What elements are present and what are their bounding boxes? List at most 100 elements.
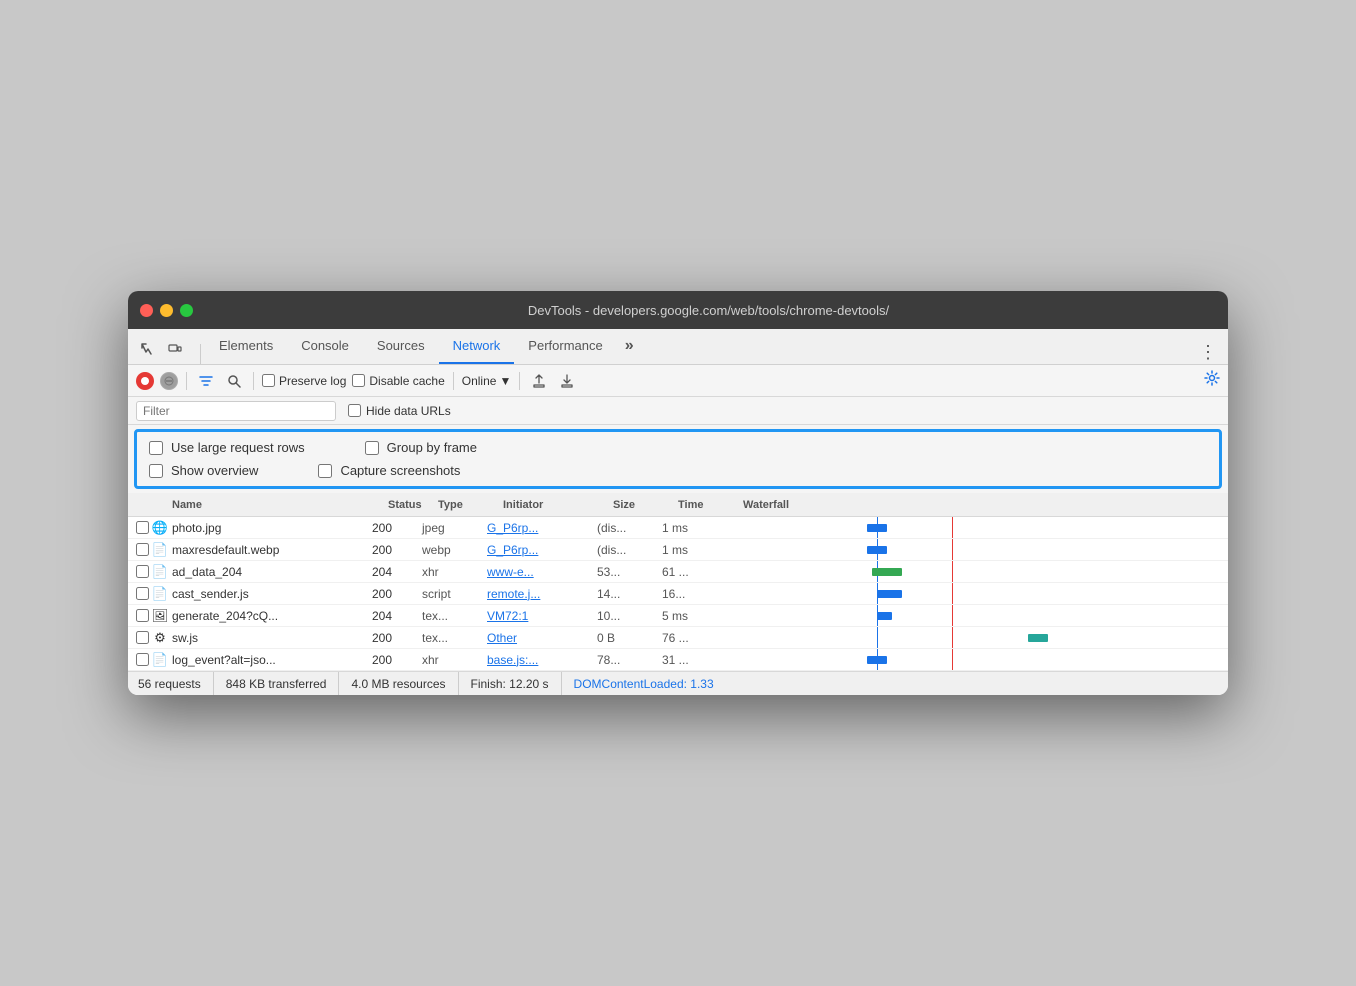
row-size: (dis... — [597, 521, 662, 535]
col-header-time[interactable]: Time — [678, 499, 743, 511]
row-initiator[interactable]: VM72:1 — [487, 609, 597, 623]
preserve-log-label: Preserve log — [279, 374, 346, 388]
show-overview-option: Show overview — [149, 463, 258, 478]
group-by-frame-option: Group by frame — [365, 440, 477, 455]
tab-performance[interactable]: Performance — [514, 328, 616, 364]
use-large-request-rows-option: Use large request rows — [149, 440, 305, 455]
col-header-type[interactable]: Type — [438, 499, 503, 511]
devtools-body: Elements Console Sources Network Perform… — [128, 329, 1228, 695]
row-status: 200 — [372, 653, 422, 667]
table-row[interactable]: ⚙ sw.js 200 tex... Other 0 B 76 ... — [128, 627, 1228, 649]
status-transferred: 848 KB transferred — [214, 672, 340, 695]
row-waterfall — [727, 561, 1228, 582]
preserve-log-checkbox[interactable] — [262, 374, 275, 387]
filter-bar: Hide data URLs — [128, 397, 1228, 425]
group-by-frame-checkbox[interactable] — [365, 441, 379, 455]
wf-line-red — [952, 561, 953, 582]
row-initiator[interactable]: G_P6rp... — [487, 521, 597, 535]
row-size: 53... — [597, 565, 662, 579]
maximize-button[interactable] — [180, 304, 193, 317]
row-checkbox[interactable] — [136, 521, 152, 534]
wf-bar — [877, 590, 902, 598]
wf-line-red — [952, 627, 953, 648]
hide-data-urls-checkbox[interactable] — [348, 404, 361, 417]
status-requests: 56 requests — [138, 672, 214, 695]
row-size: 10... — [597, 609, 662, 623]
tab-elements[interactable]: Elements — [205, 328, 287, 364]
show-overview-checkbox[interactable] — [149, 464, 163, 478]
wf-bar — [877, 612, 892, 620]
online-chevron[interactable]: ▼ — [499, 374, 511, 388]
col-header-initiator[interactable]: Initiator — [503, 499, 613, 511]
capture-screenshots-checkbox[interactable] — [318, 464, 332, 478]
waterfall-bar-container — [727, 517, 1228, 538]
row-checkbox[interactable] — [136, 653, 152, 666]
device-toggle-icon[interactable] — [164, 338, 186, 360]
row-type: tex... — [422, 631, 487, 645]
disable-cache-checkbox[interactable] — [352, 374, 365, 387]
inspect-icon[interactable] — [136, 338, 158, 360]
devtools-window: DevTools - developers.google.com/web/too… — [128, 291, 1228, 695]
ctrl-divider-3 — [453, 372, 454, 390]
row-initiator[interactable]: base.js:... — [487, 653, 597, 667]
row-type: jpeg — [422, 521, 487, 535]
table-row[interactable]: 📄 ad_data_204 204 xhr www-e... 53... 61 … — [128, 561, 1228, 583]
stop-button[interactable] — [160, 372, 178, 390]
ctrl-divider-4 — [519, 372, 520, 390]
row-checkbox[interactable] — [136, 543, 152, 556]
status-finish: Finish: 12.20 s — [459, 672, 562, 695]
row-name: photo.jpg — [172, 521, 372, 535]
hide-data-urls-group: Hide data URLs — [348, 404, 451, 418]
row-file-icon: 🖼 — [152, 608, 168, 624]
tab-network[interactable]: Network — [439, 328, 515, 364]
row-waterfall — [727, 649, 1228, 670]
table-row[interactable]: 📄 cast_sender.js 200 script remote.j... … — [128, 583, 1228, 605]
record-button[interactable] — [136, 372, 154, 390]
row-initiator[interactable]: remote.j... — [487, 587, 597, 601]
settings-icon[interactable] — [1204, 370, 1220, 391]
disable-cache-group: Disable cache — [352, 374, 444, 388]
use-large-request-rows-label: Use large request rows — [171, 440, 305, 455]
row-initiator[interactable]: Other — [487, 631, 597, 645]
filter-icon[interactable] — [195, 372, 217, 390]
row-name: log_event?alt=jso... — [172, 653, 372, 667]
row-status: 200 — [372, 587, 422, 601]
tab-menu-button[interactable]: ⋮ — [1196, 340, 1220, 364]
col-header-waterfall[interactable]: Waterfall — [743, 499, 1228, 511]
row-waterfall — [727, 627, 1228, 648]
table-row[interactable]: 🖼 generate_204?cQ... 204 tex... VM72:1 1… — [128, 605, 1228, 627]
search-icon[interactable] — [223, 372, 245, 390]
col-header-status[interactable]: Status — [388, 499, 438, 511]
row-initiator[interactable]: www-e... — [487, 565, 597, 579]
row-checkbox[interactable] — [136, 631, 152, 644]
tab-sources[interactable]: Sources — [363, 328, 439, 364]
status-bar: 56 requests 848 KB transferred 4.0 MB re… — [128, 671, 1228, 695]
row-checkbox[interactable] — [136, 609, 152, 622]
options-row-1: Use large request rows Group by frame — [149, 440, 1207, 455]
wf-line-red — [952, 605, 953, 626]
col-header-name[interactable]: Name — [168, 499, 388, 511]
tab-more-button[interactable]: » — [617, 328, 642, 364]
column-headers: Name Status Type Initiator Size Time Wat… — [128, 493, 1228, 517]
download-icon[interactable] — [556, 372, 578, 390]
table-row[interactable]: 📄 maxresdefault.webp 200 webp G_P6rp... … — [128, 539, 1228, 561]
minimize-button[interactable] — [160, 304, 173, 317]
tab-console[interactable]: Console — [287, 328, 363, 364]
table-row[interactable]: 📄 log_event?alt=jso... 200 xhr base.js:.… — [128, 649, 1228, 671]
upload-icon[interactable] — [528, 372, 550, 390]
wf-bar — [872, 568, 902, 576]
filter-input[interactable] — [136, 401, 336, 421]
col-header-size[interactable]: Size — [613, 499, 678, 511]
group-by-frame-label: Group by frame — [387, 440, 477, 455]
wf-line-red — [952, 539, 953, 560]
use-large-request-rows-checkbox[interactable] — [149, 441, 163, 455]
row-checkbox[interactable] — [136, 565, 152, 578]
waterfall-bar-container — [727, 627, 1228, 648]
row-status: 204 — [372, 565, 422, 579]
table-row[interactable]: 🌐 photo.jpg 200 jpeg G_P6rp... (dis... 1… — [128, 517, 1228, 539]
row-status: 200 — [372, 543, 422, 557]
title-bar: DevTools - developers.google.com/web/too… — [128, 291, 1228, 329]
close-button[interactable] — [140, 304, 153, 317]
row-initiator[interactable]: G_P6rp... — [487, 543, 597, 557]
row-checkbox[interactable] — [136, 587, 152, 600]
